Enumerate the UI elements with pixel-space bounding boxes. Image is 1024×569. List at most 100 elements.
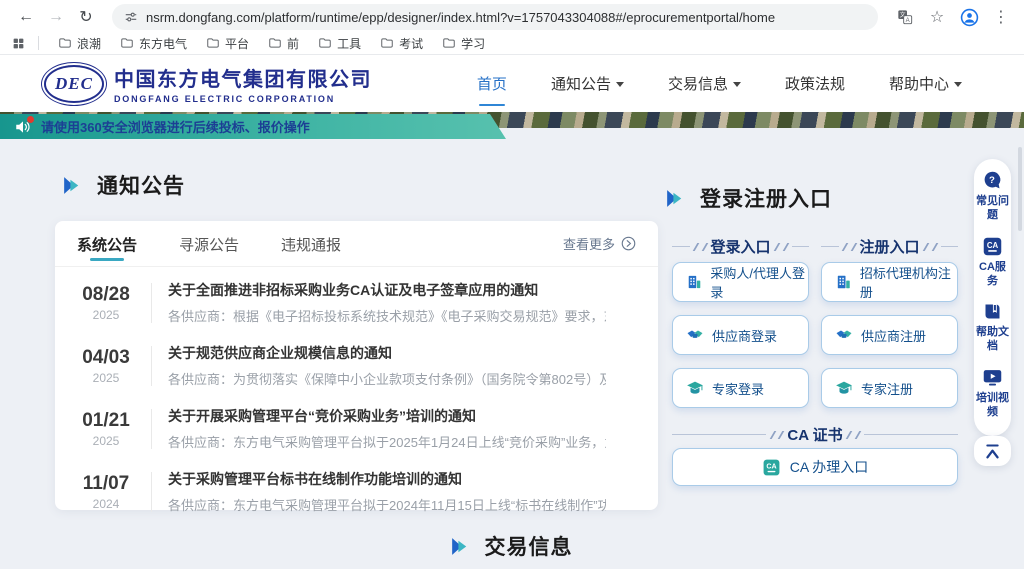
sidebar-label: CA服务 [976, 260, 1009, 289]
site-settings-icon[interactable] [124, 10, 138, 24]
company-logo[interactable]: DEC 中国东方电气集团有限公司 DONGFANG ELECTRIC CORPO… [40, 63, 372, 104]
nav-label: 首页 [477, 73, 507, 94]
ca-apply-button[interactable]: CA CA 办理入口 [672, 448, 958, 486]
url-text[interactable]: nsrm.dongfang.com/platform/runtime/epp/d… [146, 10, 775, 25]
expert-login-button[interactable]: 专家登录 [672, 368, 809, 408]
button-label: 招标代理机构注册 [860, 263, 957, 301]
main-nav: 首页 通知公告 交易信息 政策法规 帮助中心 [477, 67, 962, 100]
chevron-down-icon [616, 82, 624, 87]
notice-title[interactable]: 关于采购管理平台标书在线制作功能培训的通知 [168, 469, 606, 489]
divider [151, 283, 152, 323]
divider [151, 346, 152, 386]
notice-date-md: 04/03 [77, 347, 135, 369]
button-label: 专家登录 [712, 379, 764, 398]
nav-policies[interactable]: 政策法规 [785, 67, 845, 100]
bookmark-label: 学习 [461, 35, 485, 52]
svg-text:?: ? [989, 175, 995, 186]
notice-desc: 各供应商：为贯彻落实《保障中小企业款项支付条例》（国务院令第802号）及《中小企… [168, 369, 606, 388]
ca-section-header: CA 证书 [672, 424, 958, 445]
dec-logo-icon: DEC [44, 65, 104, 103]
training-videos-item[interactable]: 培训视频 [976, 367, 1009, 420]
supplier-login-button[interactable]: 供应商登录 [672, 315, 809, 355]
bookmark-folder[interactable]: 前 [262, 33, 305, 54]
bookmark-folder[interactable]: 考试 [374, 33, 429, 54]
bookmark-folder[interactable]: 平台 [200, 33, 255, 54]
sidebar-label: 帮助文档 [976, 325, 1009, 354]
graduation-cap-icon [686, 379, 704, 397]
login-entry-label: 登录入口 [711, 236, 771, 257]
notice-title[interactable]: 关于开展采购管理平台“竞价采购业务”培训的通知 [168, 406, 606, 426]
video-icon [982, 367, 1003, 388]
question-icon: ? [982, 170, 1003, 191]
svg-text:CA: CA [766, 462, 776, 470]
login-entry-header: 登录入口 [672, 236, 809, 257]
help-docs-item[interactable]: 帮助文档 [976, 301, 1009, 354]
section-arrow-icon [663, 186, 688, 211]
translate-icon[interactable]: 文 A [892, 5, 918, 29]
view-more-link[interactable]: 查看更多 [563, 234, 636, 253]
bookmark-label: 东方电气 [139, 35, 187, 52]
notice-row[interactable]: 08/28 2025 关于全面推进非招标采购业务CA认证及电子签章应用的通知 各… [77, 271, 636, 334]
notice-date-md: 11/07 [77, 473, 135, 495]
supplier-register-button[interactable]: 供应商注册 [821, 315, 958, 355]
building-icon [686, 273, 702, 291]
notice-row[interactable]: 04/03 2025 关于规范供应商企业规模信息的通知 各供应商：为贯彻落实《保… [77, 334, 636, 397]
svg-text:CA: CA [987, 240, 999, 249]
expert-register-button[interactable]: 专家注册 [821, 368, 958, 408]
menu-dots-icon[interactable]: ⋮ [988, 5, 1014, 29]
bookmark-folder[interactable]: 工具 [312, 33, 367, 54]
reload-icon[interactable]: ↻ [74, 5, 98, 29]
tab-violation-reports[interactable]: 违规通报 [281, 222, 341, 265]
section-arrow-icon [448, 534, 473, 559]
page-scrollbar[interactable] [1018, 147, 1022, 231]
graduation-cap-icon [835, 379, 853, 397]
browser-warning-bar: 请使用360安全浏览器进行后续投标、报价操作 [0, 114, 506, 139]
forward-icon[interactable]: → [44, 5, 68, 29]
bookmark-label: 工具 [337, 35, 361, 52]
notice-date-md: 08/28 [77, 284, 135, 306]
bookmark-folder[interactable]: 学习 [436, 33, 491, 54]
sidebar-label: 常见问题 [976, 194, 1009, 223]
bookmark-folder[interactable]: 浪潮 [52, 33, 107, 54]
bookmark-star-icon[interactable]: ☆ [924, 5, 950, 29]
login-section-header: 登录注册入口 [663, 183, 832, 213]
button-label: 供应商登录 [712, 326, 777, 345]
tab-system-notices[interactable]: 系统公告 [77, 222, 137, 265]
warning-text: 请使用360安全浏览器进行后续投标、报价操作 [41, 117, 310, 136]
chevron-down-icon [733, 82, 741, 87]
apps-grid-icon[interactable] [12, 37, 25, 50]
notice-title[interactable]: 关于规范供应商企业规模信息的通知 [168, 343, 606, 363]
notice-row[interactable]: 11/07 2024 关于采购管理平台标书在线制作功能培训的通知 各供应商：东方… [77, 460, 636, 523]
nav-trade-info[interactable]: 交易信息 [668, 67, 741, 100]
address-bar[interactable]: nsrm.dongfang.com/platform/runtime/epp/d… [112, 4, 878, 30]
profile-avatar-icon[interactable] [956, 5, 982, 29]
nav-help-center[interactable]: 帮助中心 [889, 67, 962, 100]
nav-notices[interactable]: 通知公告 [551, 67, 624, 100]
browser-toolbar: ← → ↻ nsrm.dongfang.com/platform/runtime… [0, 0, 1024, 32]
section-title: 通知公告 [97, 170, 185, 200]
document-icon [982, 301, 1003, 322]
notice-row[interactable]: 01/21 2025 关于开展采购管理平台“竞价采购业务”培训的通知 各供应商：… [77, 397, 636, 460]
site-header: DEC 中国东方电气集团有限公司 DONGFANG ELECTRIC CORPO… [0, 55, 1024, 112]
buyer-agent-login-button[interactable]: 采购人/代理人登录 [672, 262, 809, 302]
bookmark-label: 前 [287, 35, 299, 52]
back-icon[interactable]: ← [14, 5, 38, 29]
divider [151, 409, 152, 449]
ca-service-item[interactable]: CA CA服务 [976, 236, 1009, 289]
nav-label: 政策法规 [785, 73, 845, 94]
screen: ← → ↻ nsrm.dongfang.com/platform/runtime… [0, 0, 1024, 569]
back-to-top-button[interactable] [974, 436, 1011, 466]
notices-section-header: 通知公告 [60, 170, 185, 200]
trade-section-header-row: 交易信息 [0, 531, 1024, 561]
nav-home[interactable]: 首页 [477, 67, 507, 100]
notice-date-md: 01/21 [77, 410, 135, 432]
svg-text:A: A [906, 18, 910, 24]
ca-icon: CA [982, 236, 1003, 257]
bidding-agency-register-button[interactable]: 招标代理机构注册 [821, 262, 958, 302]
faq-item[interactable]: ? 常见问题 [976, 170, 1009, 223]
tab-sourcing-notices[interactable]: 寻源公告 [179, 222, 239, 265]
notice-title[interactable]: 关于全面推进非招标采购业务CA认证及电子签章应用的通知 [168, 280, 606, 300]
speaker-icon [14, 118, 32, 136]
bookmark-folder[interactable]: 东方电气 [114, 33, 193, 54]
register-entry-header: 注册入口 [821, 236, 958, 257]
